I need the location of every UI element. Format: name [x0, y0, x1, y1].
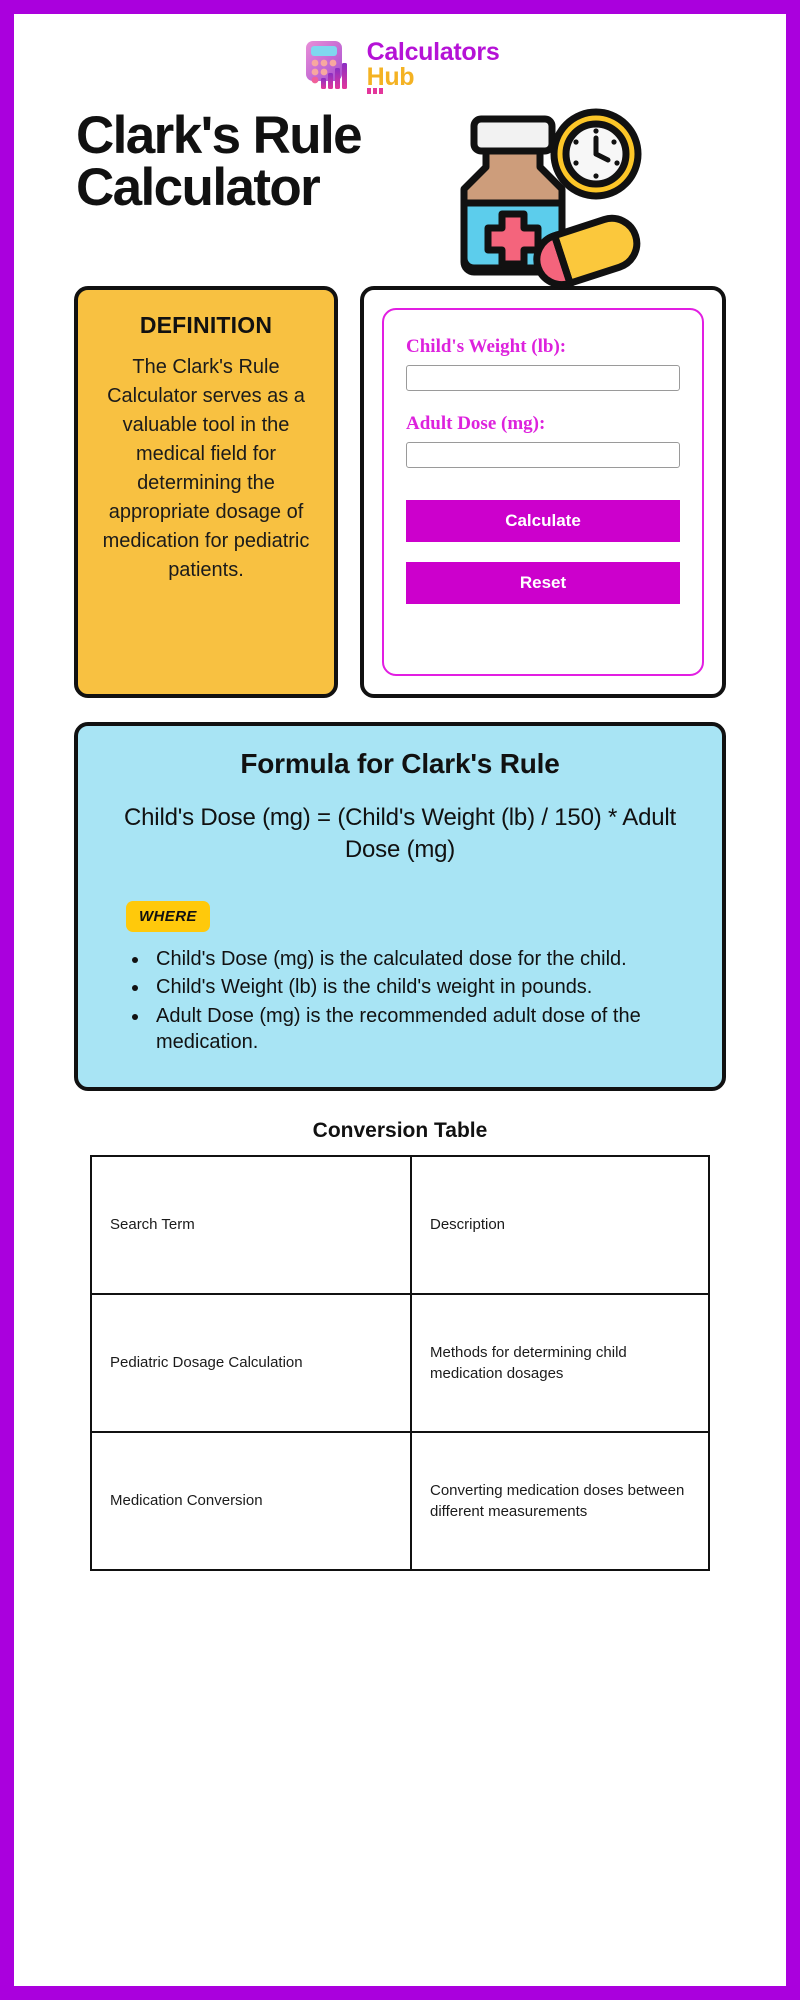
table-row: Pediatric Dosage Calculation Methods for… [90, 1293, 710, 1434]
child-weight-label: Child's Weight (lb): [406, 336, 567, 357]
calculate-button[interactable]: Calculate [406, 500, 680, 542]
formula-title: Formula for Clark's Rule [240, 748, 560, 779]
list-item: Child's Dose (mg) is the calculated dose… [150, 946, 696, 972]
page-title: Clark's Rule Calculator [76, 106, 363, 217]
definition-card: DEFINITION The Clark's Rule Calculator s… [74, 286, 338, 698]
formula-equation: Child's Dose (mg) = (Child's Weight (lb)… [124, 804, 676, 864]
table-cell-term: Pediatric Dosage Calculation [90, 1293, 412, 1434]
table-cell-description: Converting medication doses between diff… [410, 1431, 710, 1572]
where-definitions-list: Child's Dose (mg) is the calculated dose… [150, 946, 696, 1056]
conversion-table-title: Conversion Table [312, 1119, 488, 1143]
child-weight-input[interactable] [406, 365, 680, 391]
adult-dose-input[interactable] [406, 442, 680, 468]
list-item: Child's Weight (lb) is the child's weigh… [150, 974, 696, 1000]
formula-card: Formula for Clark's Rule Child's Dose (m… [74, 722, 726, 1092]
conversion-table: Search Term Description Pediatric Dosage… [90, 1155, 710, 1572]
calculator-inner-frame: Child's Weight (lb): Adult Dose (mg): Ca… [382, 308, 704, 676]
field-group-adult-dose: Adult Dose (mg): [406, 413, 680, 490]
where-badge: WHERE [126, 900, 210, 932]
definition-heading: DEFINITION [139, 312, 273, 338]
field-group-child-weight: Child's Weight (lb): [406, 336, 680, 413]
reset-button[interactable]: Reset [406, 562, 680, 604]
content-sheet: Calculators Hub Clark's Rule Calculator [14, 14, 786, 1986]
hero-section: Clark's Rule Calculator [14, 88, 786, 289]
table-row: Medication Conversion Converting medicat… [90, 1431, 710, 1572]
table-cell-description: Methods for determining child medication… [410, 1293, 710, 1434]
calculator-bar-chart-logo-icon [301, 37, 357, 93]
definition-and-calculator-row: DEFINITION The Clark's Rule Calculator s… [14, 286, 786, 698]
list-item: Adult Dose (mg) is the recommended adult… [150, 1003, 696, 1056]
adult-dose-label: Adult Dose (mg): [406, 413, 546, 434]
brand-name-line1: Calculators [366, 37, 500, 66]
definition-text: The Clark's Rule Calculator serves as a … [102, 356, 310, 581]
table-row: Search Term Description [90, 1155, 710, 1296]
infographic-page: Calculators Hub Clark's Rule Calculator [0, 0, 800, 2000]
brand-wordmark: Calculators Hub [366, 37, 500, 94]
table-header-search-term: Search Term [90, 1155, 412, 1296]
table-header-description: Description [410, 1155, 710, 1296]
brand-header: Calculators Hub [14, 14, 786, 94]
calculator-card: Child's Weight (lb): Adult Dose (mg): Ca… [360, 286, 726, 698]
table-cell-term: Medication Conversion [90, 1431, 412, 1572]
medicine-bottle-clock-pill-illustration [376, 96, 706, 289]
